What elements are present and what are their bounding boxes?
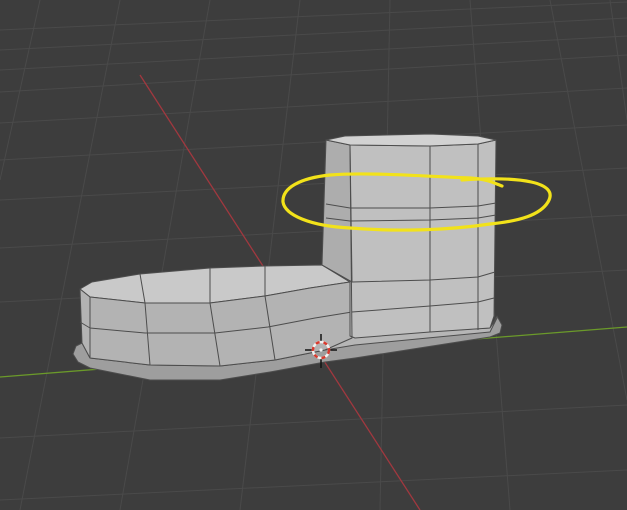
shaft-top-cap — [325, 133, 497, 147]
floor-grid — [0, 0, 627, 510]
boot-mesh-icon[interactable] — [72, 133, 503, 381]
viewport-canvas[interactable] — [0, 0, 627, 510]
shaft-left-face — [321, 139, 353, 283]
3d-viewport[interactable] — [0, 0, 627, 510]
